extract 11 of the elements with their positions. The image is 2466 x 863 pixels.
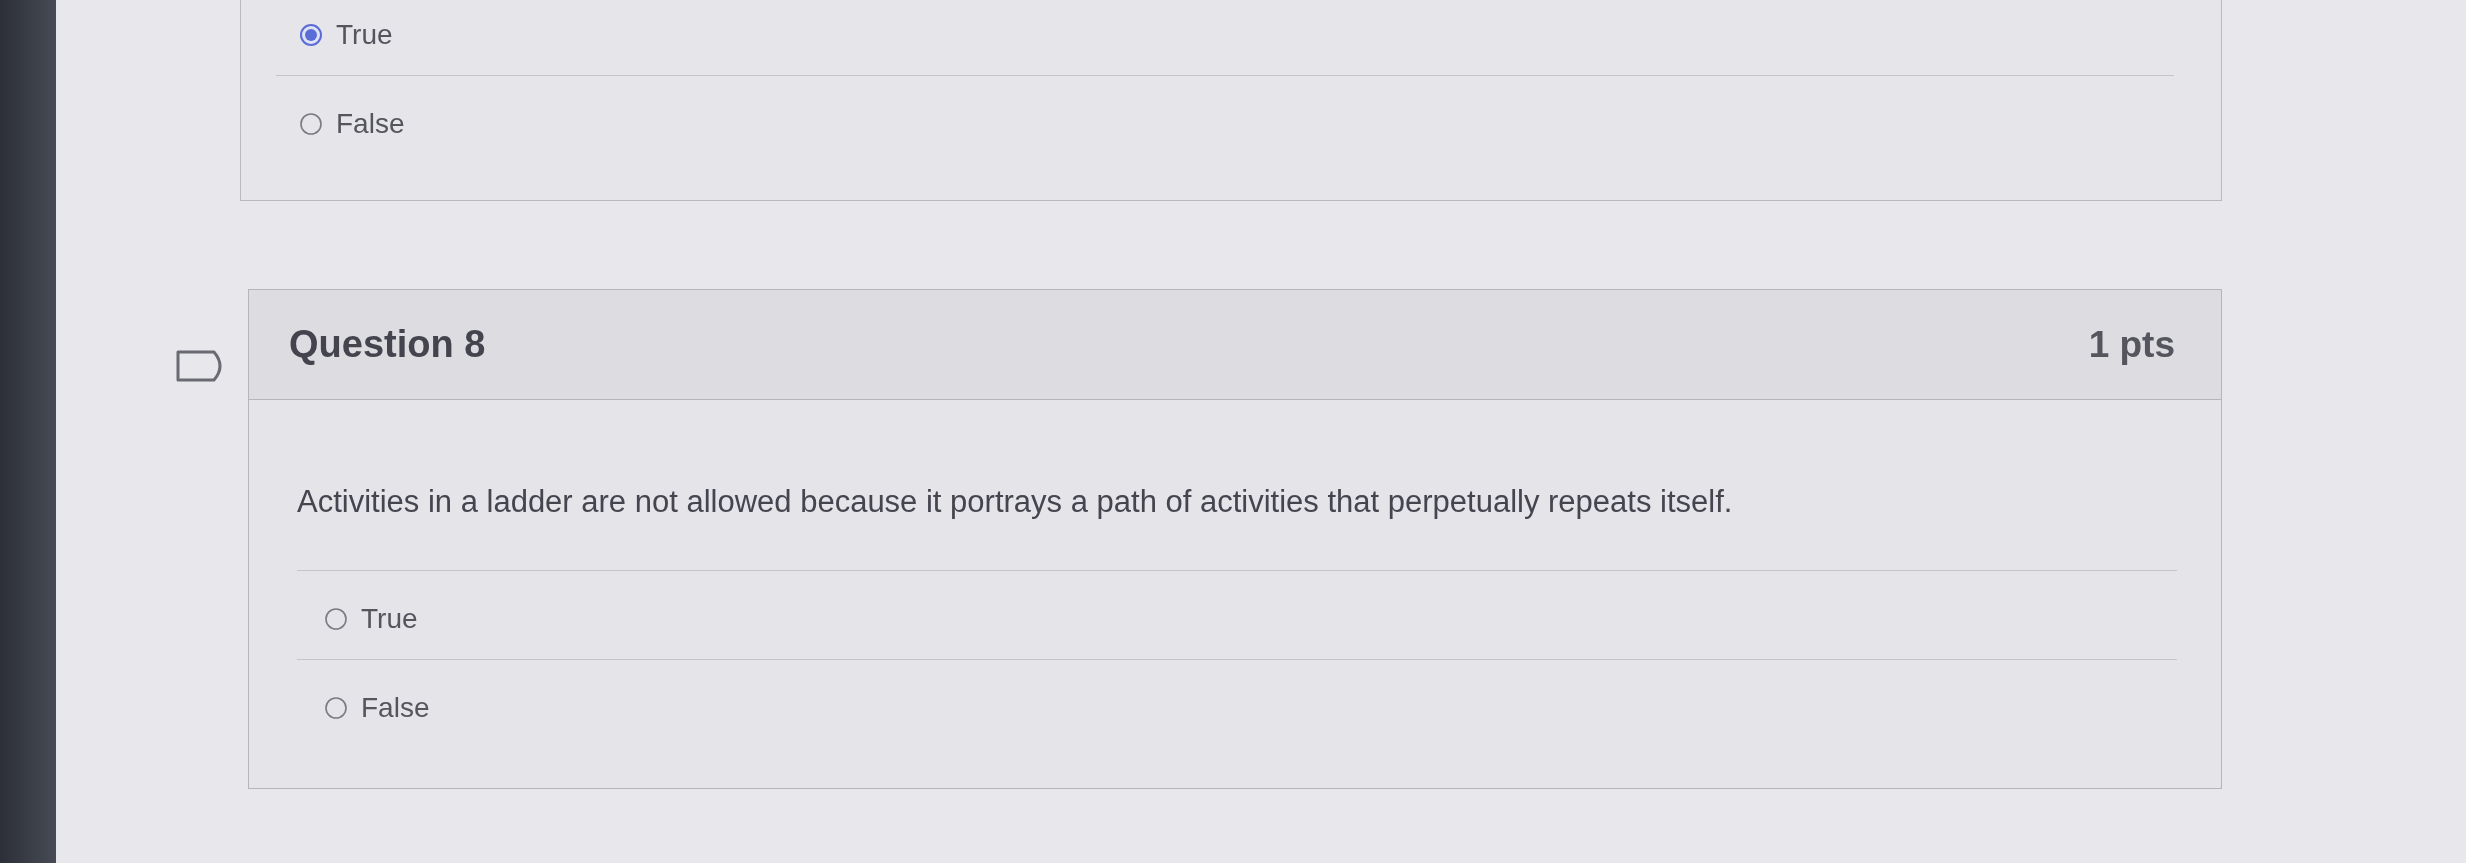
- answer-label[interactable]: False: [361, 692, 430, 724]
- answer-label[interactable]: True: [361, 603, 418, 635]
- question-text: Activities in a ladder are not allowed because it portrays a path of activities that perpetually repeats itself.: [297, 484, 1734, 520]
- radio-button[interactable]: [325, 608, 347, 630]
- answer-label[interactable]: True: [336, 19, 393, 51]
- radio-button[interactable]: [325, 697, 347, 719]
- answer-label[interactable]: False: [336, 108, 405, 140]
- radio-button[interactable]: [300, 24, 322, 46]
- points-label: 1 pts: [2088, 323, 2175, 366]
- radio-button[interactable]: [300, 113, 322, 135]
- question-title: Question 8: [289, 323, 486, 366]
